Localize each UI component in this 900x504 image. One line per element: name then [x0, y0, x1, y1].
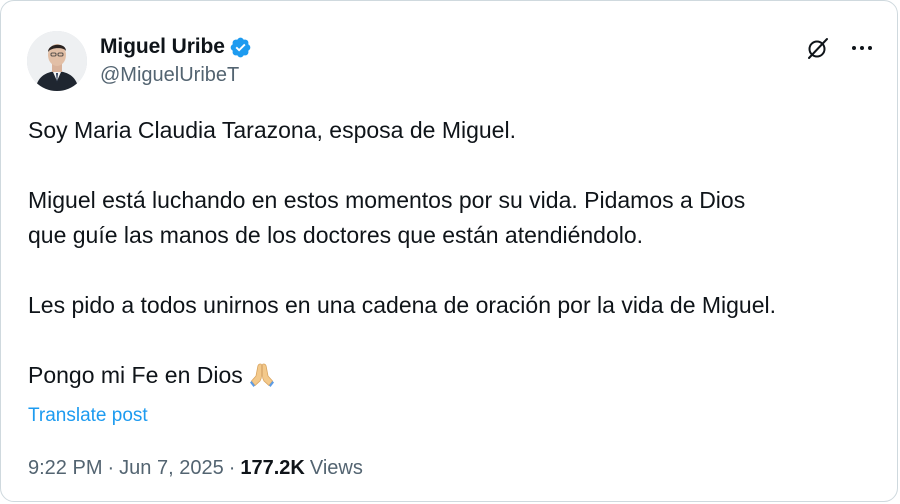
post-header: Miguel Uribe @MiguelUribeT: [27, 31, 877, 93]
post-paragraph-last: Pongo mi Fe en Dios: [28, 358, 877, 399]
post-time[interactable]: 9:22 PM: [28, 457, 102, 480]
author-display-name[interactable]: Miguel Uribe: [100, 35, 225, 59]
views-count[interactable]: 177.2K: [240, 457, 305, 480]
meta-separator: ·: [107, 457, 115, 479]
avatar[interactable]: [27, 31, 87, 91]
post-paragraph: Miguel está luchando en estos momentos p…: [28, 187, 746, 213]
avatar-image: [27, 31, 87, 91]
post-paragraph-text: Pongo mi Fe en Dios: [28, 362, 243, 388]
post-date[interactable]: Jun 7, 2025: [119, 457, 224, 480]
name-row: Miguel Uribe: [100, 34, 252, 60]
header-actions: [803, 33, 877, 63]
author-names: Miguel Uribe @MiguelUribeT: [100, 34, 252, 87]
author-handle[interactable]: @MiguelUribeT: [100, 64, 252, 87]
post-meta: 9:22 PM · Jun 7, 2025 · 177.2K Views: [28, 457, 363, 480]
post-card: Miguel Uribe @MiguelUribeT Soy Maria Cla…: [0, 0, 898, 502]
translate-post-link[interactable]: Translate post: [28, 405, 148, 427]
views-label[interactable]: Views: [310, 457, 363, 480]
post-paragraph: que guíe las manos de los doctores que e…: [28, 222, 644, 248]
post-paragraph: Les pido a todos unirnos en una cadena d…: [28, 292, 777, 318]
more-options-icon[interactable]: [847, 33, 877, 63]
grok-icon[interactable]: [803, 33, 833, 63]
post-text: Soy Maria Claudia Tarazona, esposa de Mi…: [28, 113, 877, 399]
meta-separator: ·: [228, 457, 236, 479]
post-paragraph: Soy Maria Claudia Tarazona, esposa de Mi…: [28, 117, 516, 143]
verified-badge-icon[interactable]: [229, 36, 252, 59]
folded-hands-icon: [247, 359, 277, 399]
